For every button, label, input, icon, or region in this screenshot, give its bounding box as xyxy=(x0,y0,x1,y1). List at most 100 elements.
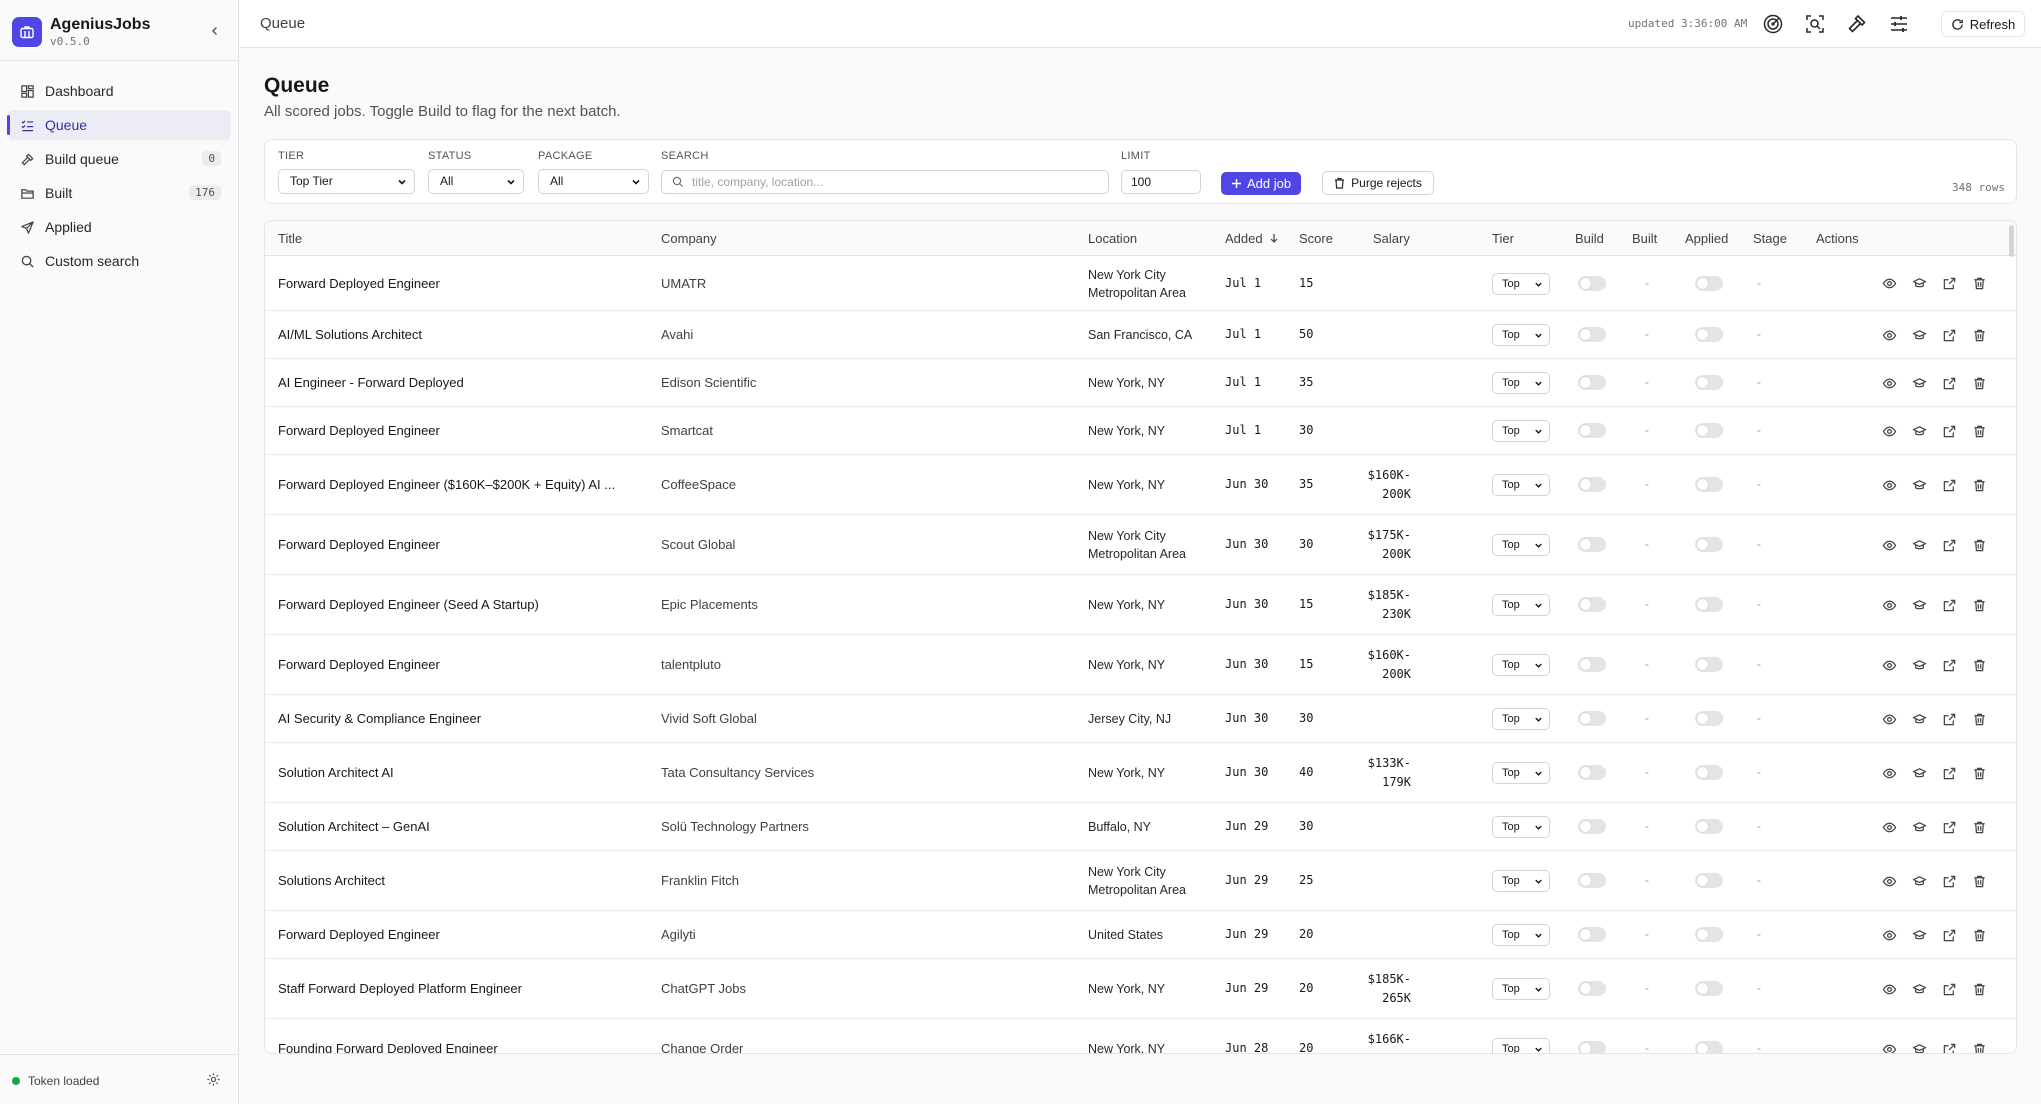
view-job-button[interactable] xyxy=(1880,710,1898,728)
table-scrollbar[interactable] xyxy=(2009,225,2014,257)
build-toggle[interactable] xyxy=(1578,927,1606,942)
build-toggle[interactable] xyxy=(1578,819,1606,834)
tier-select[interactable]: Top xyxy=(1492,1038,1550,1053)
prep-job-button[interactable] xyxy=(1910,596,1928,614)
job-title[interactable]: Forward Deployed Engineer (Seed A Startu… xyxy=(278,597,539,612)
open-job-link-button[interactable] xyxy=(1940,476,1958,494)
prep-job-button[interactable] xyxy=(1910,536,1928,554)
build-toggle[interactable] xyxy=(1578,275,1606,291)
applied-toggle[interactable] xyxy=(1695,275,1723,291)
column-header-stage[interactable]: Stage xyxy=(1753,231,1787,246)
sidebar-item-applied[interactable]: Applied xyxy=(8,212,231,242)
purge-rejects-button[interactable]: Purge rejects xyxy=(1322,171,1434,195)
build-toggle[interactable] xyxy=(1578,873,1606,888)
view-job-button[interactable] xyxy=(1880,596,1898,614)
job-title[interactable]: Founding Forward Deployed Engineer xyxy=(278,1041,498,1053)
build-toggle[interactable] xyxy=(1578,477,1606,492)
applied-toggle[interactable] xyxy=(1695,375,1723,390)
open-job-link-button[interactable] xyxy=(1940,596,1958,614)
scan-button[interactable] xyxy=(1803,12,1827,36)
open-job-link-button[interactable] xyxy=(1940,422,1958,440)
delete-job-button[interactable] xyxy=(1970,476,1988,494)
delete-job-button[interactable] xyxy=(1970,926,1988,944)
applied-toggle[interactable] xyxy=(1695,423,1723,438)
open-job-link-button[interactable] xyxy=(1940,980,1958,998)
column-header-company[interactable]: Company xyxy=(661,231,717,246)
applied-toggle[interactable] xyxy=(1695,765,1723,780)
sidebar-item-queue[interactable]: Queue xyxy=(7,110,231,140)
view-job-button[interactable] xyxy=(1880,374,1898,392)
filters-button[interactable] xyxy=(1887,12,1911,36)
applied-toggle[interactable] xyxy=(1695,1041,1723,1053)
delete-job-button[interactable] xyxy=(1970,818,1988,836)
open-job-link-button[interactable] xyxy=(1940,872,1958,890)
open-job-link-button[interactable] xyxy=(1940,926,1958,944)
build-button[interactable] xyxy=(1845,12,1869,36)
view-job-button[interactable] xyxy=(1880,536,1898,554)
open-job-link-button[interactable] xyxy=(1940,275,1958,293)
build-toggle[interactable] xyxy=(1578,423,1606,438)
view-job-button[interactable] xyxy=(1880,926,1898,944)
tier-select[interactable]: Top xyxy=(1492,272,1550,295)
column-header-location[interactable]: Location xyxy=(1088,231,1137,246)
build-toggle[interactable] xyxy=(1578,597,1606,612)
view-job-button[interactable] xyxy=(1880,818,1898,836)
view-job-button[interactable] xyxy=(1880,326,1898,344)
delete-job-button[interactable] xyxy=(1970,536,1988,554)
column-header-applied[interactable]: Applied xyxy=(1685,231,1728,246)
prep-job-button[interactable] xyxy=(1910,326,1928,344)
column-header-score[interactable]: Score xyxy=(1299,231,1333,246)
view-job-button[interactable] xyxy=(1880,980,1898,998)
delete-job-button[interactable] xyxy=(1970,980,1988,998)
job-title[interactable]: Staff Forward Deployed Platform Engineer xyxy=(278,981,522,996)
applied-toggle[interactable] xyxy=(1695,711,1723,726)
tier-select[interactable]: Top xyxy=(1492,654,1550,676)
refresh-button[interactable]: Refresh xyxy=(1941,11,2025,37)
prep-job-button[interactable] xyxy=(1910,710,1928,728)
package-filter-select[interactable]: All xyxy=(538,169,649,194)
view-job-button[interactable] xyxy=(1880,656,1898,674)
table-row[interactable]: Forward Deployed Engineer Scout Global New… xyxy=(265,515,2016,575)
applied-toggle[interactable] xyxy=(1695,981,1723,996)
view-job-button[interactable] xyxy=(1880,872,1898,890)
column-header-salary[interactable]: Salary xyxy=(1373,231,1410,246)
open-job-link-button[interactable] xyxy=(1940,818,1958,836)
build-toggle[interactable] xyxy=(1578,537,1606,552)
view-job-button[interactable] xyxy=(1880,476,1898,494)
applied-toggle[interactable] xyxy=(1695,477,1723,492)
delete-job-button[interactable] xyxy=(1970,656,1988,674)
settings-button[interactable] xyxy=(206,1072,221,1092)
table-row[interactable]: Solution Architect – GenAI Solü Technolog… xyxy=(265,803,2016,851)
prep-job-button[interactable] xyxy=(1910,764,1928,782)
target-button[interactable] xyxy=(1761,12,1785,36)
tier-select[interactable]: Top xyxy=(1492,372,1550,394)
table-row[interactable]: Solution Architect AI Tata Consultancy Se… xyxy=(265,743,2016,803)
column-header-built[interactable]: Built xyxy=(1632,231,1657,246)
sidebar-item-custom-search[interactable]: Custom search xyxy=(8,246,231,276)
table-row[interactable]: Forward Deployed Engineer ($160K–$200K +… xyxy=(265,455,2016,515)
view-job-button[interactable] xyxy=(1880,764,1898,782)
table-row[interactable]: AI Engineer - Forward Deployed Edison Sci… xyxy=(265,359,2016,407)
tier-select[interactable]: Top xyxy=(1492,474,1550,496)
prep-job-button[interactable] xyxy=(1910,476,1928,494)
job-title[interactable]: AI/ML Solutions Architect xyxy=(278,327,422,342)
job-title[interactable]: Forward Deployed Engineer ($160K–$200K +… xyxy=(278,477,615,492)
prep-job-button[interactable] xyxy=(1910,422,1928,440)
applied-toggle[interactable] xyxy=(1695,597,1723,612)
job-title[interactable]: Forward Deployed Engineer xyxy=(278,537,440,552)
job-title[interactable]: Forward Deployed Engineer xyxy=(278,927,440,942)
delete-job-button[interactable] xyxy=(1970,764,1988,782)
tier-select[interactable]: Top xyxy=(1492,870,1550,892)
view-job-button[interactable] xyxy=(1880,275,1898,293)
column-header-title[interactable]: Title xyxy=(278,231,302,246)
add-job-button[interactable]: Add job xyxy=(1221,172,1301,195)
table-row[interactable]: Forward Deployed Engineer talentpluto New … xyxy=(265,635,2016,695)
open-job-link-button[interactable] xyxy=(1940,326,1958,344)
open-job-link-button[interactable] xyxy=(1940,764,1958,782)
job-title[interactable]: AI Security & Compliance Engineer xyxy=(278,711,481,726)
search-input[interactable] xyxy=(692,173,1092,191)
prep-job-button[interactable] xyxy=(1910,1040,1928,1053)
job-title[interactable]: Solution Architect – GenAI xyxy=(278,819,430,834)
build-toggle[interactable] xyxy=(1578,1041,1606,1053)
prep-job-button[interactable] xyxy=(1910,872,1928,890)
